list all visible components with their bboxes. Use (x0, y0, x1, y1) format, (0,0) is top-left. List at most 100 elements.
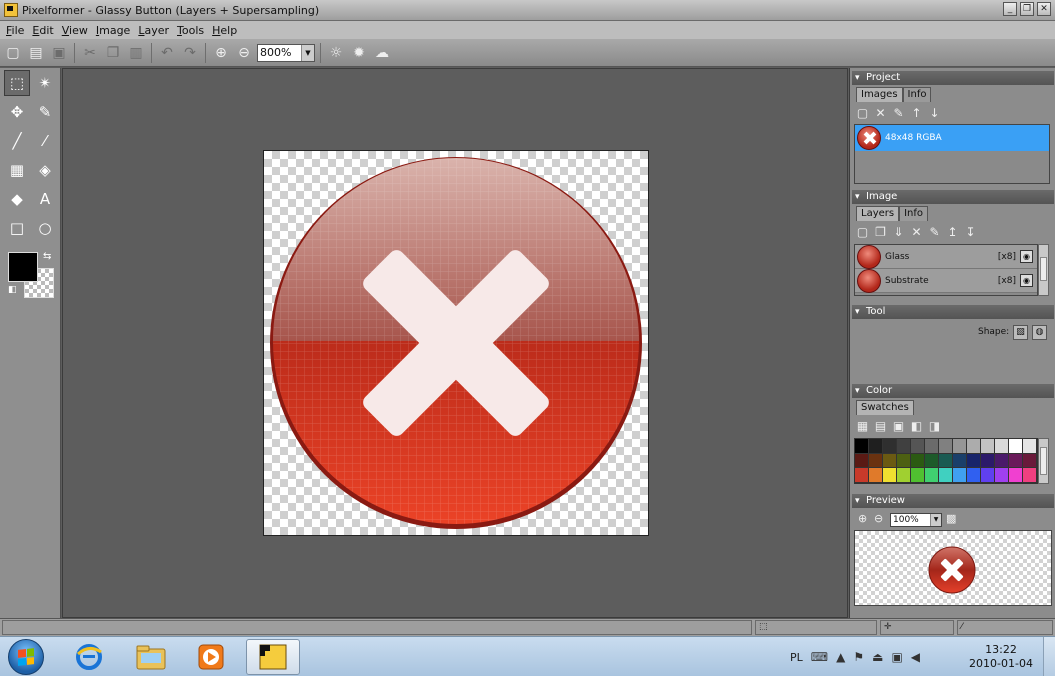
menu-tools[interactable]: Tools (173, 24, 208, 37)
layer-supersampling[interactable]: [x8] (998, 276, 1016, 286)
table-row[interactable]: Substrate [x8] ◉ (855, 268, 1037, 293)
color-swatch[interactable] (967, 453, 981, 469)
menu-image[interactable]: Image (92, 24, 134, 37)
chevron-down-icon[interactable]: ▼ (930, 514, 941, 526)
open-palette-icon[interactable]: ▤ (874, 419, 887, 433)
pixelformer-app-icon[interactable] (4, 3, 18, 17)
background-light-icon[interactable]: ☼ (326, 43, 346, 63)
delete-image-icon[interactable]: ✕ (874, 106, 887, 120)
color-swatch[interactable] (883, 468, 897, 483)
color-swatch[interactable] (967, 468, 981, 483)
brush-tool-icon[interactable]: ⁄ (32, 128, 58, 154)
color-swatch[interactable] (981, 453, 995, 469)
color-swatch[interactable] (869, 453, 883, 469)
preview-zoom-select[interactable]: 100% ▼ (890, 513, 942, 527)
windows-explorer-icon[interactable] (124, 639, 178, 675)
start-button[interactable] (8, 639, 44, 675)
preview-zoom-out-icon[interactable]: ⊖ (874, 512, 883, 525)
save-icon[interactable]: ▣ (49, 43, 69, 63)
add-swatch-icon[interactable]: ◧ (910, 419, 923, 433)
color-swatch[interactable] (995, 439, 1009, 454)
preview-background-icon[interactable]: ▩ (946, 512, 956, 525)
media-player-icon[interactable] (184, 639, 238, 675)
properties-icon[interactable]: ✎ (892, 106, 905, 120)
image-panel-header[interactable]: Image (852, 190, 1054, 204)
layer-up-icon[interactable]: ↥ (946, 225, 959, 239)
color-swatch[interactable] (869, 468, 883, 483)
tool-panel-header[interactable]: Tool (852, 305, 1054, 319)
line-tool-icon[interactable]: ╱ (4, 128, 30, 154)
undo-icon[interactable]: ↶ (157, 43, 177, 63)
tab-swatches[interactable]: Swatches (856, 400, 914, 415)
menu-layer[interactable]: Layer (134, 24, 173, 37)
zoom-select[interactable]: 800% ▼ (257, 43, 315, 62)
menu-help[interactable]: Help (208, 24, 241, 37)
color-swatch[interactable] (953, 453, 967, 469)
add-image-icon[interactable]: ▢ (856, 106, 869, 120)
color-swatch[interactable] (883, 453, 897, 469)
restore-button[interactable]: ❐ (1020, 2, 1034, 16)
color-swatch[interactable] (995, 453, 1009, 469)
project-panel-header[interactable]: Project (852, 71, 1054, 85)
tab-project-info[interactable]: Info (902, 87, 932, 102)
color-swatch[interactable] (897, 453, 911, 469)
magic-wand-tool-icon[interactable]: ✴ (32, 70, 58, 96)
color-swatch[interactable] (883, 439, 897, 454)
color-swatch[interactable] (953, 468, 967, 483)
color-swatch[interactable] (1009, 453, 1023, 469)
layer-supersampling[interactable]: [x8] (998, 252, 1016, 262)
color-swatch[interactable] (981, 468, 995, 483)
keyboard-icon[interactable]: ⌨ (811, 650, 828, 664)
cut-icon[interactable]: ✂ (80, 43, 100, 63)
color-swatch[interactable] (1009, 468, 1023, 483)
color-swatch[interactable] (1009, 439, 1023, 454)
pencil-tool-icon[interactable]: ✎ (32, 99, 58, 125)
chevron-down-icon[interactable]: ▼ (301, 44, 314, 61)
menu-view[interactable]: View (58, 24, 92, 37)
minimize-button[interactable]: _ (1003, 2, 1017, 16)
merge-layer-icon[interactable]: ⇓ (892, 225, 905, 239)
pixelformer-taskbar-button[interactable] (246, 639, 300, 675)
color-swatch[interactable] (925, 439, 939, 454)
gradient-tool-icon[interactable]: ▦ (4, 157, 30, 183)
show-desktop-button[interactable] (1043, 637, 1055, 676)
menu-file[interactable]: File (2, 24, 28, 37)
layer-down-icon[interactable]: ↧ (964, 225, 977, 239)
background-cloud-icon[interactable]: ☁ (372, 43, 392, 63)
remove-swatch-icon[interactable]: ◨ (928, 419, 941, 433)
layer-properties-icon[interactable]: ✎ (928, 225, 941, 239)
color-panel-header[interactable]: Color (852, 384, 1054, 398)
color-swatch[interactable] (939, 439, 953, 454)
zoom-out-icon[interactable]: ⊖ (234, 43, 254, 63)
copy-icon[interactable]: ❐ (103, 43, 123, 63)
reset-colors-icon[interactable]: ◧ (8, 285, 17, 295)
color-swatch[interactable] (897, 468, 911, 483)
foreground-color-swatch[interactable] (8, 252, 38, 282)
color-swatch[interactable] (855, 453, 869, 469)
color-swatch[interactable] (939, 468, 953, 483)
color-swatch[interactable] (953, 439, 967, 454)
color-swatch[interactable] (855, 468, 869, 483)
close-button[interactable]: ✕ (1037, 2, 1051, 16)
eraser-tool-icon[interactable]: ◆ (4, 186, 30, 212)
tab-images[interactable]: Images (856, 87, 903, 102)
new-layer-icon[interactable]: ▢ (856, 225, 869, 239)
scrollbar-thumb[interactable] (1040, 257, 1047, 281)
language-indicator[interactable]: PL (790, 651, 803, 664)
delete-layer-icon[interactable]: ✕ (910, 225, 923, 239)
visibility-icon[interactable]: ◉ (1020, 250, 1033, 263)
color-swatch[interactable] (1023, 453, 1037, 469)
color-swatch[interactable] (925, 453, 939, 469)
swatches-scrollbar[interactable] (1038, 438, 1049, 484)
color-swatch[interactable] (911, 439, 925, 454)
rectangle-shape-icon[interactable]: ▧ (1013, 325, 1028, 340)
system-clock[interactable]: 13:22 2010-01-04 (964, 643, 1038, 671)
swap-colors-icon[interactable]: ⇆ (43, 251, 51, 262)
zoom-in-icon[interactable]: ⊕ (211, 43, 231, 63)
ellipse-tool-icon[interactable]: ○ (32, 215, 58, 241)
image-canvas[interactable] (263, 150, 649, 536)
ellipse-shape-icon[interactable]: ◍ (1032, 325, 1047, 340)
color-swatch[interactable] (1023, 439, 1037, 454)
color-swatch[interactable] (855, 439, 869, 454)
internet-explorer-icon[interactable] (62, 639, 116, 675)
